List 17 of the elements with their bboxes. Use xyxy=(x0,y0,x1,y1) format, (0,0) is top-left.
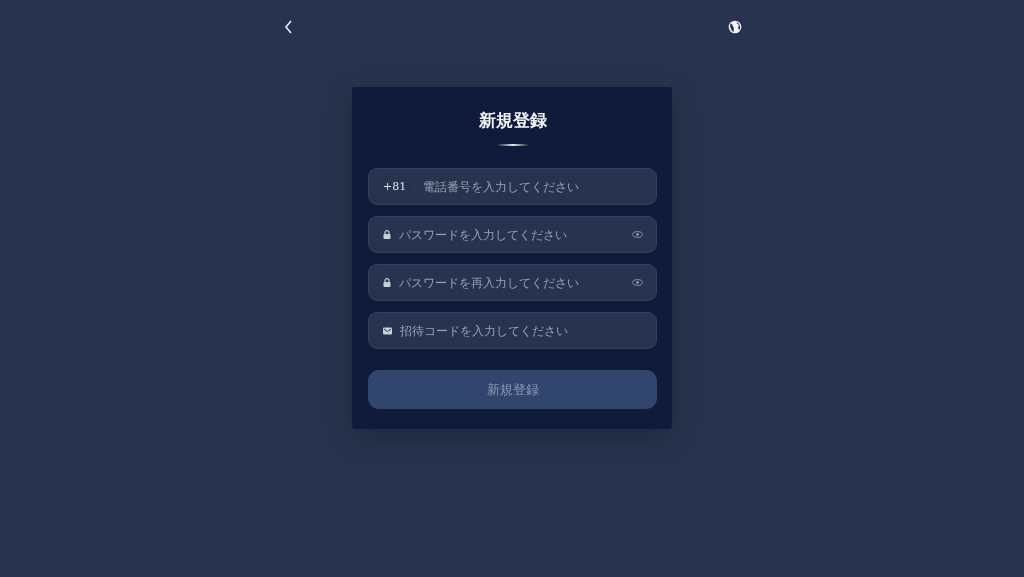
country-code[interactable]: +81 xyxy=(383,180,416,193)
form-title: 新規登録 xyxy=(478,109,547,131)
input-field[interactable]: +81 電話番号を入力してください xyxy=(368,168,657,205)
input-field[interactable]: 招待コードを入力してください xyxy=(368,312,657,349)
input-field[interactable]: パスワードを再入力してください xyxy=(368,264,657,301)
text-input[interactable]: パスワードを再入力してください xyxy=(399,275,624,290)
globe-icon[interactable] xyxy=(728,20,742,34)
eye-icon[interactable] xyxy=(632,279,643,286)
title-underline xyxy=(496,144,529,146)
text-input[interactable]: 電話番号を入力してください xyxy=(423,179,643,194)
eye-icon[interactable] xyxy=(632,231,643,238)
text-input[interactable]: 招待コードを入力してください xyxy=(400,323,643,338)
lock-icon xyxy=(383,230,391,239)
text-input[interactable]: パスワードを入力してください xyxy=(399,227,624,242)
lock-icon xyxy=(383,278,391,287)
input-field[interactable]: パスワードを入力してください xyxy=(368,216,657,253)
envelope-icon xyxy=(383,326,392,335)
